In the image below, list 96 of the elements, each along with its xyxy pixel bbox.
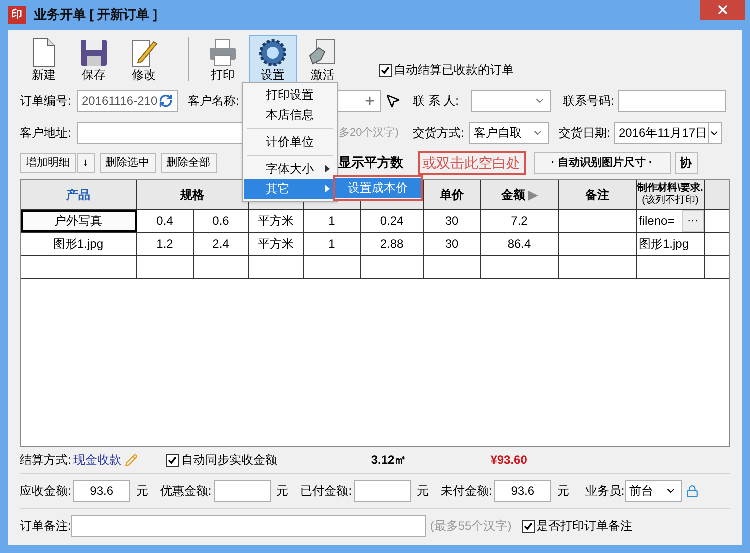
unit-label: 元 (136, 483, 148, 500)
action-button[interactable]: 增加明细 (20, 153, 76, 173)
hint-text: 多20个汉字) (338, 126, 400, 141)
action-button[interactable]: ↓ (77, 153, 94, 173)
field-label: 客户名称: (188, 93, 240, 110)
lock-icon[interactable] (686, 484, 699, 498)
field-label: 交货方式: (413, 125, 466, 142)
submenu-arrow-icon (325, 165, 330, 173)
column-header[interactable]: 金额 ▶ (481, 180, 559, 209)
checkbox-label: 自动同步实收金额 (181, 452, 278, 469)
submenu-arrow-icon (325, 185, 330, 193)
hint-box: 或双击此空白处 (418, 151, 526, 175)
menu-item[interactable]: 本店信息 (244, 105, 336, 125)
checkbox-label: 自动结算已收款的订单 (394, 62, 514, 79)
toolbar-button[interactable]: 保存 (70, 35, 118, 83)
table-cell: 2.88 (361, 233, 424, 255)
app-logo: 印 (8, 6, 26, 24)
auto-size-button[interactable]: · 自动识别图片尺寸 · (534, 152, 670, 174)
toolbar-button[interactable]: 打印 (199, 35, 247, 83)
action-button[interactable]: 删除全部 (160, 153, 216, 173)
unit-label: 元 (557, 483, 570, 500)
field-label: 业务员: (585, 483, 625, 500)
checkbox[interactable] (522, 520, 535, 532)
table-cell: 30 (424, 233, 481, 255)
close-icon (716, 3, 730, 17)
menu-item[interactable]: 字体大小 (244, 159, 336, 179)
settlement-link[interactable]: 现金收款 (73, 451, 122, 469)
checkbox-label: 显示平方数 (338, 154, 404, 172)
table-cell: 平方米 (249, 210, 304, 232)
amount-field[interactable]: 93.6 (494, 480, 552, 502)
toolbar-button[interactable]: 修改 (120, 35, 168, 83)
toolbar-button[interactable]: 设置 (249, 35, 297, 83)
refresh-icon[interactable] (159, 94, 173, 108)
toolbar-button[interactable]: 新建 (20, 35, 68, 83)
table-cell: 0.4 (137, 210, 194, 232)
field-label: 联 系 人: (413, 93, 460, 110)
checkbox[interactable] (379, 64, 392, 76)
area-total: 3.12㎡ (371, 452, 407, 469)
printer-icon (209, 38, 237, 68)
order-number-field[interactable]: 20161116-210 (77, 90, 178, 112)
unit-label: 元 (417, 483, 430, 500)
table-cell: 0.6 (194, 210, 249, 232)
phone-field[interactable] (618, 90, 726, 112)
field-label: 应收金额: (20, 483, 72, 500)
close-button[interactable] (700, 0, 745, 20)
field-label: 已付金额: (300, 483, 352, 500)
table-cell: 2.4 (194, 233, 249, 255)
extra-button[interactable]: 协 (674, 152, 698, 174)
field-label: 结算方式: (20, 452, 72, 469)
field-label: 订单编号: (20, 93, 72, 110)
table-cell: 1 (304, 210, 361, 232)
toolbar-button[interactable]: 激活 (299, 35, 347, 83)
field-label: 未付金额: (441, 483, 492, 500)
add-icon[interactable] (364, 95, 376, 107)
remark-field[interactable] (71, 515, 426, 537)
salesperson-combo[interactable]: 前台 (624, 480, 682, 502)
table-cell: 30 (424, 210, 481, 232)
table-cell: 0.24 (361, 210, 424, 232)
table-cell: 图形1.jpg (21, 233, 137, 255)
delivery-method-combo[interactable]: 客户自取 (469, 122, 549, 144)
menu-item[interactable]: 打印设置 (244, 85, 336, 105)
window-title: 业务开单 [ 开新订单 ] (34, 6, 158, 24)
edit-document-icon (130, 38, 158, 68)
table-cell: 户外写真 (21, 210, 137, 232)
table-cell: 86.4 (481, 233, 559, 255)
unit-label: 元 (276, 483, 289, 500)
table-cell: 图形1.jpg (637, 233, 705, 255)
gear-icon (259, 38, 287, 68)
field-label: 联系号码: (563, 93, 616, 110)
table-cell: fileno= ··· (637, 210, 705, 232)
table-cell: 1.2 (137, 233, 194, 255)
menu-item[interactable]: 计价单位 (244, 132, 336, 152)
action-button[interactable]: 删除选中 (100, 153, 156, 173)
field-label: 客户地址: (20, 125, 72, 142)
field-label: 优惠金额: (160, 483, 212, 500)
checkbox-label: 是否打印订单备注 (536, 518, 633, 535)
menu-item[interactable]: 设置成本价 (335, 178, 421, 198)
hint-text: (最多55个汉字) (430, 518, 512, 535)
field-label: 订单备注: (20, 518, 72, 535)
amount-field[interactable]: 93.6 (73, 480, 130, 502)
amount-field[interactable] (214, 480, 271, 502)
menu-item[interactable]: 其它 (244, 179, 336, 199)
pointer-icon[interactable] (385, 93, 401, 109)
more-button[interactable]: ··· (682, 210, 704, 232)
column-header[interactable]: 备注 (559, 180, 637, 209)
delivery-date-field[interactable]: 2016年11月17日 (614, 122, 722, 144)
column-header[interactable]: 单价 (424, 180, 481, 209)
column-header[interactable]: 制作材料\要求. (该列不打印) (637, 180, 705, 209)
field-label: 交货日期: (559, 125, 612, 142)
table-cell: 1 (304, 233, 361, 255)
amount-total: ¥93.60 (490, 452, 528, 469)
checkbox[interactable] (166, 454, 180, 466)
amount-field[interactable] (354, 480, 412, 502)
table-cell: 7.2 (481, 210, 559, 232)
table-cell: 平方米 (249, 233, 304, 255)
column-header[interactable]: 产品 (21, 180, 137, 209)
